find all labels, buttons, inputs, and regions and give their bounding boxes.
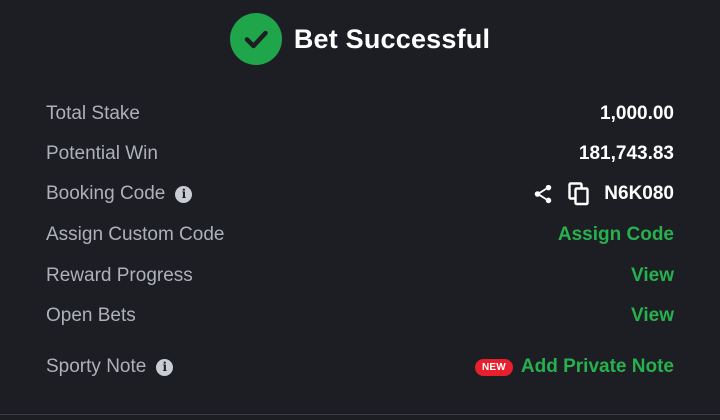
assign-custom-code-label: Assign Custom Code [46,224,225,245]
share-icon[interactable] [532,183,554,205]
total-stake-value: 1,000.00 [600,103,674,124]
open-bets-view-link[interactable]: View [631,305,674,327]
bet-success-header: Bet Successful [0,13,720,65]
assign-code-link[interactable]: Assign Code [558,224,674,246]
row-sporty-note: Sporty Note i NEW Add Private Note [46,352,674,382]
row-booking-code: Booking Code i N6K080 [46,179,674,209]
row-assign-custom-code: Assign Custom Code Assign Code [46,220,674,250]
copy-icon[interactable] [568,182,590,206]
sporty-note-actions: NEW Add Private Note [474,356,674,378]
open-bets-label: Open Bets [46,305,136,326]
info-icon[interactable]: i [156,358,174,376]
reward-progress-label: Reward Progress [46,265,193,286]
divider [0,414,720,415]
info-icon[interactable]: i [175,185,193,203]
potential-win-label: Potential Win [46,143,158,164]
row-total-stake: Total Stake 1,000.00 [46,99,674,129]
row-reward-progress: Reward Progress View [46,261,674,291]
booking-code-actions: N6K080 [532,182,674,206]
new-badge: NEW [474,358,513,376]
booking-code-label: Booking Code [46,183,166,204]
row-open-bets: Open Bets View [46,301,674,331]
potential-win-value: 181,743.83 [578,143,674,164]
sporty-note-label-wrap: Sporty Note i [46,356,174,378]
row-potential-win: Potential Win 181,743.83 [46,139,674,169]
booking-code-value[interactable]: N6K080 [604,183,674,205]
reward-progress-view-link[interactable]: View [631,265,674,287]
check-circle-icon [229,13,282,65]
sporty-note-label: Sporty Note [46,356,147,377]
booking-code-label-wrap: Booking Code i [46,183,193,205]
total-stake-label: Total Stake [46,103,140,124]
add-private-note-link[interactable]: Add Private Note [521,356,674,378]
page-title: Bet Successful [293,23,491,54]
